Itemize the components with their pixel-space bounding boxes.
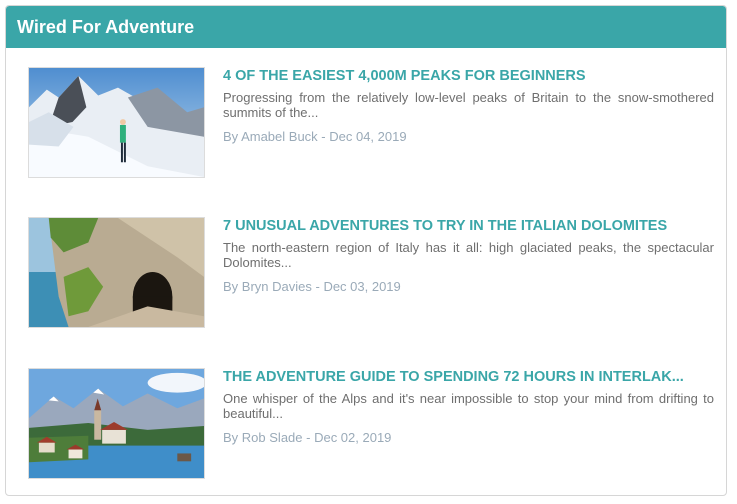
article-item: THE ADVENTURE GUIDE TO SPENDING 72 HOURS… [28, 368, 714, 480]
article-date: Dec 02, 2019 [314, 430, 392, 445]
article-meta: By Rob Slade - Dec 02, 2019 [223, 430, 714, 445]
article-excerpt: Progressing from the relatively low-leve… [223, 90, 714, 120]
article-title-link[interactable]: 4 OF THE EASIEST 4,000M PEAKS FOR BEGINN… [223, 68, 714, 84]
article-meta: By Bryn Davies - Dec 03, 2019 [223, 279, 714, 294]
article-thumbnail-tunnel[interactable] [28, 217, 205, 328]
meta-separator: - [311, 279, 324, 294]
article-title-link[interactable]: THE ADVENTURE GUIDE TO SPENDING 72 HOURS… [223, 369, 714, 385]
meta-separator: - [302, 430, 315, 445]
snowy-mountain-image [29, 68, 204, 177]
meta-prefix: By [223, 129, 242, 144]
article-title-link[interactable]: 7 UNUSUAL ADVENTURES TO TRY IN THE ITALI… [223, 218, 714, 234]
lakeside-village-image [29, 369, 204, 478]
adventure-widget: Wired For Adventure 4 OF THE EASIEST 4,0… [5, 5, 727, 496]
article-meta: By Amabel Buck - Dec 04, 2019 [223, 129, 714, 144]
article-body: THE ADVENTURE GUIDE TO SPENDING 72 HOURS… [223, 368, 714, 445]
article-date: Dec 03, 2019 [323, 279, 401, 294]
article-author[interactable]: Amabel Buck [241, 129, 318, 144]
rock-tunnel-image [29, 218, 204, 327]
article-item: 4 OF THE EASIEST 4,000M PEAKS FOR BEGINN… [28, 67, 714, 179]
article-item: 7 UNUSUAL ADVENTURES TO TRY IN THE ITALI… [28, 217, 714, 329]
article-body: 7 UNUSUAL ADVENTURES TO TRY IN THE ITALI… [223, 217, 714, 294]
article-author[interactable]: Rob Slade [242, 430, 303, 445]
meta-prefix: By [223, 430, 242, 445]
article-thumbnail-mountain[interactable] [28, 67, 205, 178]
widget-header: Wired For Adventure [6, 6, 726, 48]
meta-separator: - [317, 129, 330, 144]
widget-title: Wired For Adventure [17, 16, 195, 37]
meta-prefix: By [223, 279, 242, 294]
article-excerpt: One whisper of the Alps and it's near im… [223, 391, 714, 421]
article-author[interactable]: Bryn Davies [242, 279, 312, 294]
article-thumbnail-village[interactable] [28, 368, 205, 479]
article-date: Dec 04, 2019 [329, 129, 407, 144]
article-body: 4 OF THE EASIEST 4,000M PEAKS FOR BEGINN… [223, 67, 714, 144]
article-excerpt: The north-eastern region of Italy has it… [223, 240, 714, 270]
